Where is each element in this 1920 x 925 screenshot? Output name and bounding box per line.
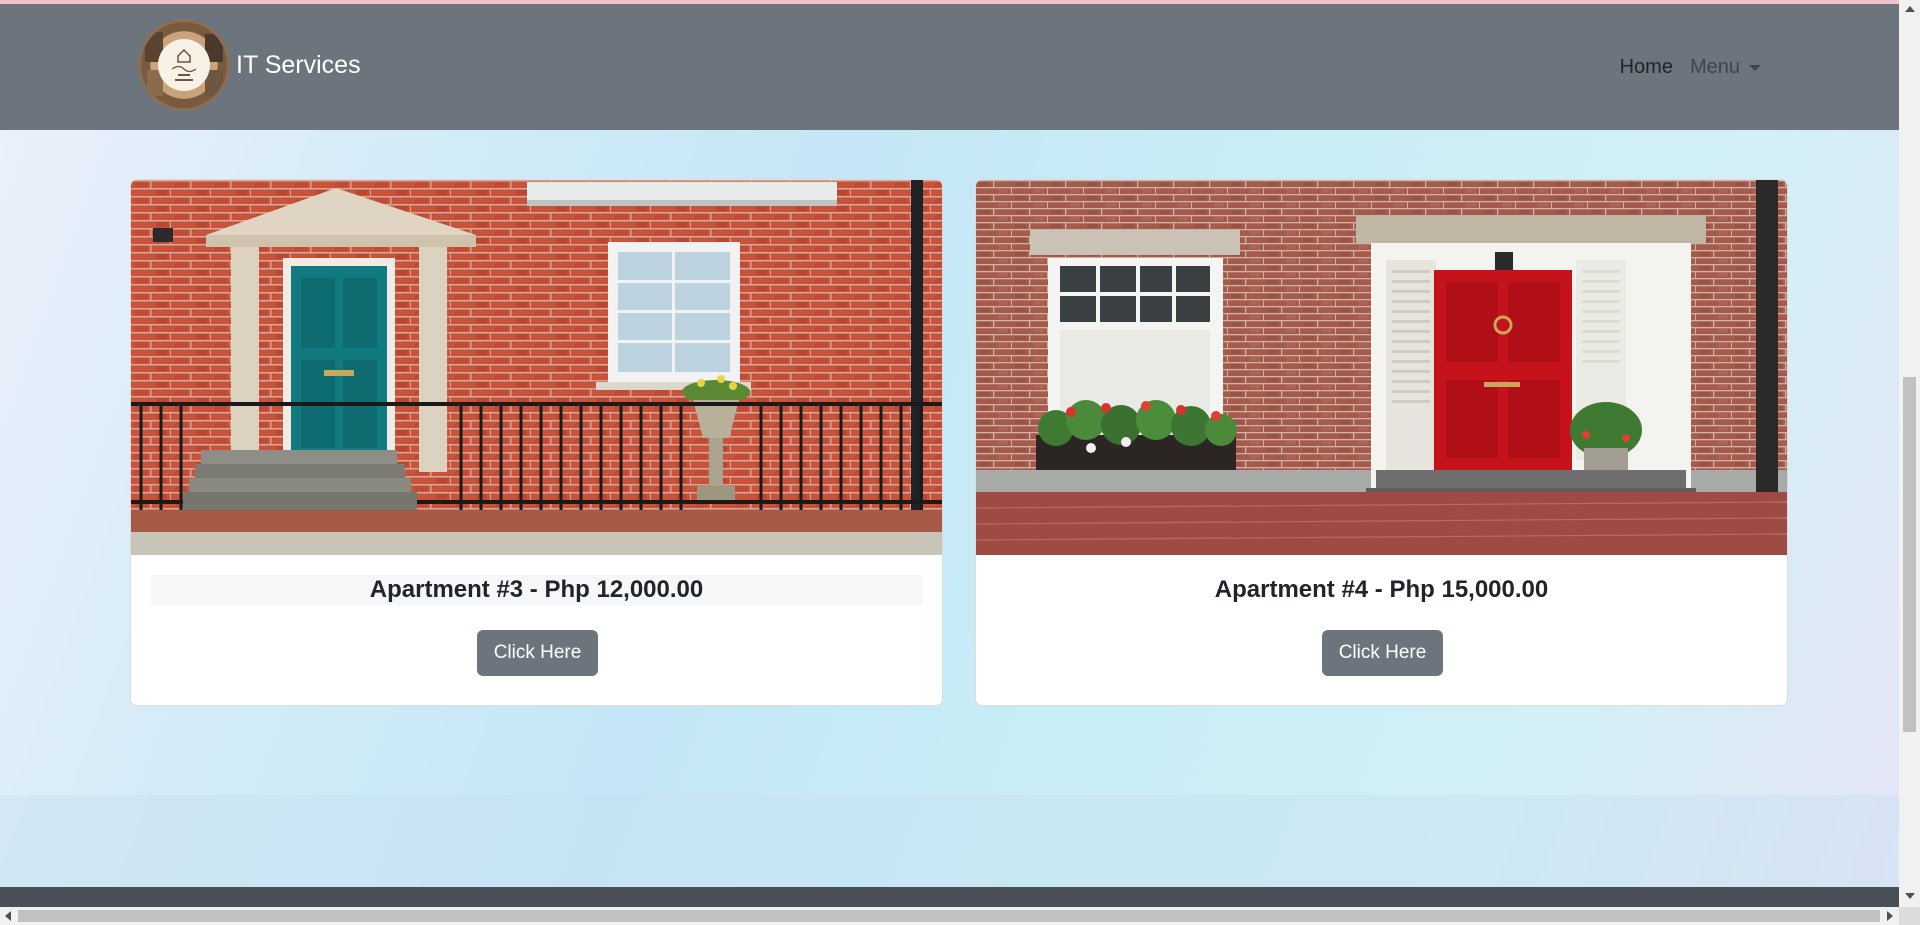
apartment-card: Apartment #3 - Php 12,000.00 Click Here — [130, 179, 943, 706]
scroll-up-arrow-icon[interactable] — [1905, 6, 1915, 12]
vertical-scrollbar[interactable] — [1899, 0, 1920, 907]
click-here-button[interactable]: Click Here — [1322, 630, 1443, 676]
navbar: IT Services Home Menu — [0, 4, 1899, 130]
nav-home-link[interactable]: Home — [1620, 56, 1673, 79]
nav-menu-dropdown[interactable]: Menu — [1690, 56, 1761, 79]
scrollbar-corner — [1899, 907, 1920, 925]
scroll-right-arrow-icon[interactable] — [1887, 911, 1893, 921]
nav-menu-label: Menu — [1689, 56, 1740, 78]
card-title: Apartment #3 - Php 12,000.00 — [151, 575, 922, 605]
vertical-scroll-thumb[interactable] — [1903, 377, 1916, 732]
apartment-card: Apartment #4 - Php 15,000.00 Click Here — [975, 179, 1788, 706]
footer-spacer — [0, 795, 1899, 887]
caret-down-icon — [1749, 64, 1761, 71]
click-here-button[interactable]: Click Here — [477, 630, 598, 676]
scroll-down-arrow-icon[interactable] — [1905, 893, 1915, 899]
brand-logo[interactable] — [138, 19, 230, 111]
card-title: Apartment #4 - Php 15,000.00 — [1214, 576, 1549, 603]
horizontal-scrollbar[interactable] — [0, 907, 1899, 925]
brand-title[interactable]: IT Services — [236, 51, 361, 80]
scroll-left-arrow-icon[interactable] — [5, 911, 11, 921]
brand[interactable]: IT Services — [138, 19, 361, 111]
apartment-3-photo — [131, 180, 942, 555]
nav-links: Home Menu — [1620, 56, 1761, 79]
footer-bar — [0, 887, 1899, 907]
horizontal-scroll-thumb[interactable] — [18, 910, 1880, 922]
apartment-4-photo — [976, 180, 1787, 555]
